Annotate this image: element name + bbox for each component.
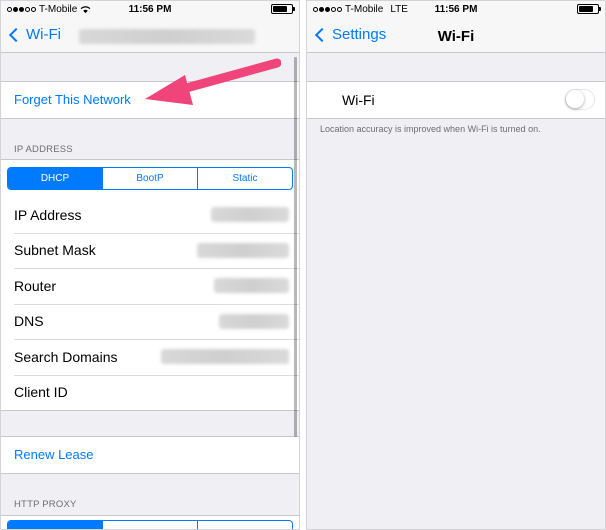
client-id-row[interactable]: Client ID: [1, 374, 299, 411]
router-row[interactable]: Router: [1, 268, 299, 304]
status-right: [577, 4, 601, 14]
wifi-row: Wi-Fi: [307, 82, 605, 118]
status-bar: T-Mobile LTE 11:56 PM: [307, 1, 605, 19]
dns-row[interactable]: DNS: [1, 303, 299, 340]
proxy-group: [1, 515, 299, 529]
ip-address-row[interactable]: IP Address: [1, 197, 299, 233]
wifi-footer-note: Location accuracy is improved when Wi-Fi…: [320, 124, 541, 134]
network-name-redacted: [79, 29, 255, 44]
nav-bar: Wi-Fi: [1, 19, 299, 53]
back-button[interactable]: Wi-Fi: [7, 26, 61, 43]
status-time: 11:56 PM: [434, 4, 478, 15]
row-label: IP Address: [14, 206, 82, 223]
right-screen: T-Mobile LTE 11:56 PM Settings Wi-Fi Wi-…: [306, 0, 606, 530]
proxy-segment-1[interactable]: [8, 521, 102, 529]
router-value-redacted: [214, 278, 289, 293]
renew-lease-button[interactable]: Renew Lease: [1, 437, 299, 473]
ip-mode-segmented-control[interactable]: DHCP BootP Static: [7, 167, 293, 190]
proxy-segment-2[interactable]: [102, 521, 197, 529]
ip-address-header: IP ADDRESS: [14, 144, 73, 155]
toggle-knob: [566, 90, 584, 108]
left-screen: T-Mobile 11:56 PM Wi-Fi Forget This Netw…: [0, 0, 300, 530]
wifi-group: Wi-Fi: [307, 81, 605, 119]
subnet-mask-value-redacted: [197, 242, 289, 258]
proxy-mode-segmented-control[interactable]: [7, 520, 293, 529]
row-label: Router: [14, 277, 57, 294]
back-chevron-icon: [8, 27, 24, 42]
forget-network-button[interactable]: Forget This Network: [1, 82, 299, 118]
segment-bootp[interactable]: BootP: [102, 168, 197, 189]
subnet-mask-row[interactable]: Subnet Mask: [1, 232, 299, 269]
row-label: DNS: [14, 313, 44, 330]
page-title: Wi-Fi: [437, 28, 475, 45]
wifi-toggle[interactable]: [565, 89, 595, 110]
row-label: Search Domains: [14, 348, 118, 365]
wifi-label: Wi-Fi: [342, 91, 375, 108]
row-label: Subnet Mask: [14, 242, 96, 259]
back-label: Wi-Fi: [26, 26, 61, 43]
segment-static[interactable]: Static: [197, 168, 292, 189]
forget-group: Forget This Network: [1, 81, 299, 119]
renew-group: Renew Lease: [1, 436, 299, 474]
search-domains-value-redacted: [161, 349, 289, 364]
status-time: 11:56 PM: [128, 4, 172, 15]
row-label: Client ID: [14, 384, 68, 401]
proxy-segment-3[interactable]: [197, 521, 292, 529]
search-domains-row[interactable]: Search Domains: [1, 339, 299, 375]
ip-group: DHCP BootP Static IP Address Subnet Mask…: [1, 159, 299, 411]
status-bar: T-Mobile 11:56 PM: [1, 1, 299, 19]
http-proxy-header: HTTP PROXY: [14, 499, 77, 510]
segment-dhcp[interactable]: DHCP: [8, 168, 102, 189]
nav-bar: Settings Wi-Fi: [307, 19, 605, 53]
ip-mode-container: DHCP BootP Static: [1, 160, 299, 197]
scrollbar[interactable]: [294, 57, 297, 437]
battery-icon: [577, 4, 601, 14]
status-right: [271, 4, 295, 14]
battery-icon: [271, 4, 295, 14]
ip-address-value-redacted: [211, 207, 289, 222]
dns-value-redacted: [219, 313, 289, 329]
